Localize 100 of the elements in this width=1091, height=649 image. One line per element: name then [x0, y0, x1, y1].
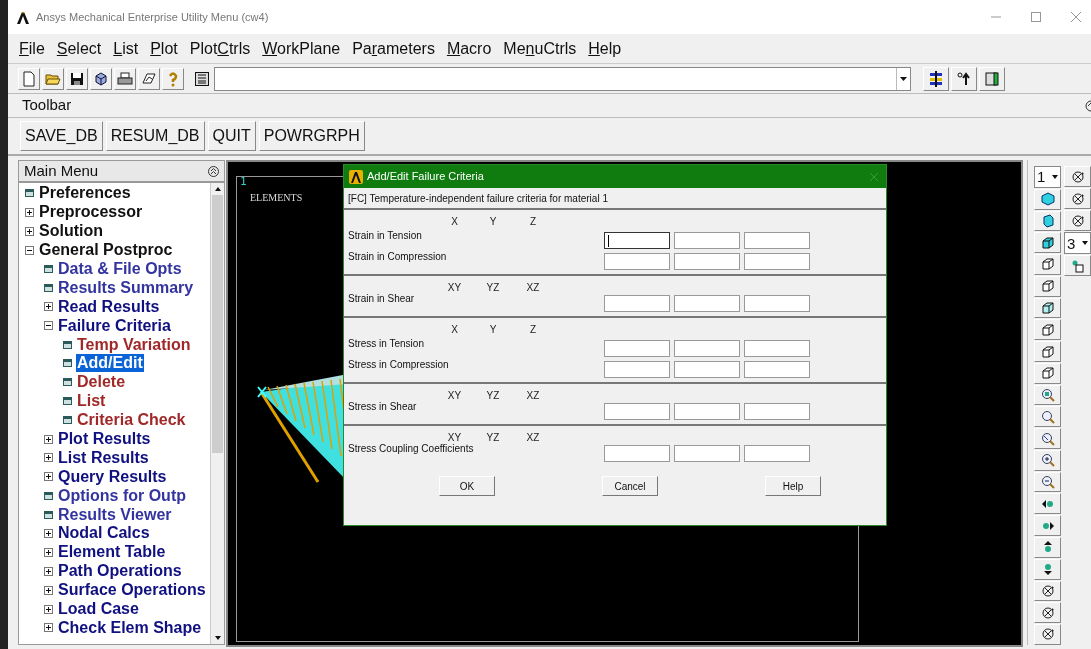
view-button[interactable] — [1034, 384, 1061, 406]
view-button[interactable] — [1034, 406, 1061, 428]
scrollbar[interactable] — [210, 183, 224, 644]
toolbar-command-button[interactable]: POWRGRPH — [258, 121, 365, 151]
menu-tree-item[interactable]: Options for Outp — [57, 486, 187, 505]
view-button[interactable] — [1034, 428, 1061, 449]
input-field[interactable] — [744, 295, 810, 312]
command-input-field[interactable] — [214, 66, 911, 91]
input-field[interactable] — [604, 253, 670, 270]
view-selector[interactable]: 3 — [1064, 232, 1091, 254]
view-button[interactable] — [1064, 166, 1091, 187]
menu-tree-item[interactable]: Delete — [76, 373, 127, 392]
input-field[interactable] — [674, 340, 740, 357]
view-button[interactable] — [1064, 188, 1091, 209]
menu-tree-item[interactable]: Results Viewer — [57, 505, 173, 524]
menu-tree-item[interactable]: Criteria Check — [76, 411, 187, 430]
input-field[interactable] — [604, 403, 670, 420]
input-field[interactable] — [744, 340, 810, 357]
view-button[interactable] — [1034, 341, 1061, 362]
input-field[interactable] — [604, 361, 670, 378]
menu-tree-item[interactable]: Add/Edit — [76, 354, 144, 373]
menu-item[interactable]: Macro — [445, 36, 493, 61]
toolbar-button[interactable] — [66, 67, 88, 90]
input-field[interactable] — [604, 232, 670, 249]
view-button[interactable] — [1034, 515, 1061, 536]
menu-tree-item[interactable]: Results Summary — [57, 278, 195, 297]
menu-tree-item[interactable]: Nodal Calcs — [57, 524, 151, 543]
dialog-button[interactable]: Cancel — [602, 476, 658, 496]
view-button[interactable] — [1034, 449, 1061, 471]
view-button[interactable] — [1034, 624, 1061, 645]
toolbar-button[interactable] — [951, 66, 977, 91]
view-button[interactable] — [1034, 232, 1061, 254]
menu-item[interactable]: WorkPlane — [261, 36, 342, 61]
menu-item[interactable]: MenuCtrls — [502, 36, 578, 61]
menu-tree-item[interactable]: Plot Results — [57, 430, 152, 448]
toolbar-command-button[interactable]: QUIT — [207, 121, 256, 151]
input-field[interactable] — [674, 445, 740, 462]
toolbar-button[interactable] — [90, 67, 112, 90]
menu-item[interactable]: PlotCtrls — [188, 36, 252, 61]
close-icon — [1071, 12, 1081, 22]
menu-item[interactable]: Parameters — [351, 36, 436, 61]
view-button[interactable] — [1034, 319, 1061, 341]
menu-tree-item[interactable]: Load Case — [57, 600, 140, 619]
input-field[interactable] — [674, 232, 740, 249]
view-button[interactable] — [1034, 471, 1061, 493]
input-field[interactable] — [744, 361, 810, 378]
menu-tree-item[interactable]: Path Operations — [57, 562, 183, 581]
input-field[interactable] — [604, 295, 670, 312]
view-button[interactable] — [1034, 297, 1061, 319]
menu-tree-item[interactable]: Data & File Opts — [57, 260, 183, 278]
menu-tree-item[interactable]: Surface Operations — [57, 581, 207, 600]
menu-tree-item[interactable]: Check Elem Shape — [57, 618, 203, 637]
menu-item[interactable]: Plot — [149, 36, 179, 61]
menu-tree-item[interactable]: List Results — [57, 448, 150, 467]
menu-tree-item[interactable]: Element Table — [57, 543, 167, 562]
input-field[interactable] — [604, 445, 670, 462]
menu-item[interactable]: Help — [587, 36, 623, 61]
menu-item[interactable]: Select — [55, 36, 103, 61]
view-button[interactable] — [1034, 275, 1061, 297]
menu-tree-item[interactable]: Read Results — [57, 297, 161, 316]
input-field[interactable] — [744, 445, 810, 462]
menu-tree-item[interactable]: Preferences — [38, 184, 132, 203]
dialog-button[interactable]: OK — [439, 476, 495, 496]
input-field[interactable] — [604, 340, 670, 357]
view-button[interactable] — [1034, 254, 1061, 275]
menu-tree-item[interactable]: Query Results — [57, 467, 168, 486]
axis-label: YZ — [486, 430, 500, 445]
view-button[interactable] — [1034, 362, 1061, 384]
view-button[interactable] — [1034, 602, 1061, 624]
toolbar-button[interactable] — [979, 66, 1005, 91]
toolbar-command-button[interactable]: SAVE_DB — [20, 121, 103, 151]
view-button[interactable] — [1034, 580, 1061, 602]
menu-tree-item[interactable]: Failure Criteria — [57, 316, 172, 335]
input-field[interactable] — [674, 253, 740, 270]
toolbar-button[interactable] — [923, 66, 949, 91]
toolbar-button[interactable] — [138, 67, 160, 90]
view-button[interactable] — [1034, 210, 1061, 232]
scrollbar-thumb[interactable] — [212, 195, 223, 453]
input-field[interactable] — [674, 361, 740, 378]
input-field[interactable] — [744, 232, 810, 249]
menu-tree-item[interactable]: Solution — [38, 222, 104, 241]
menu-item[interactable]: File — [18, 36, 46, 61]
menu-tree-item[interactable]: Preprocessor — [38, 203, 144, 222]
menu-tree-item[interactable]: Temp Variation — [76, 335, 192, 354]
input-field[interactable] — [744, 253, 810, 270]
menu-item[interactable]: List — [112, 36, 140, 61]
dialog-button[interactable]: Help — [765, 476, 821, 496]
window-selector[interactable]: 1 — [1034, 166, 1061, 188]
input-field[interactable] — [744, 403, 810, 420]
input-field[interactable] — [674, 295, 740, 312]
view-button[interactable] — [1034, 188, 1061, 210]
menu-tree-item[interactable]: General Postproc — [38, 241, 174, 260]
menu-tree-item[interactable]: List — [76, 392, 107, 411]
field-label: Stress in Compression — [348, 358, 450, 372]
toolbar-button[interactable] — [114, 67, 136, 90]
input-field[interactable] — [674, 403, 740, 420]
maximize-icon — [1031, 12, 1041, 22]
view-button[interactable] — [1064, 210, 1091, 231]
view-button[interactable] — [1034, 537, 1061, 558]
toolbar-command-button[interactable]: RESUM_DB — [105, 121, 205, 151]
